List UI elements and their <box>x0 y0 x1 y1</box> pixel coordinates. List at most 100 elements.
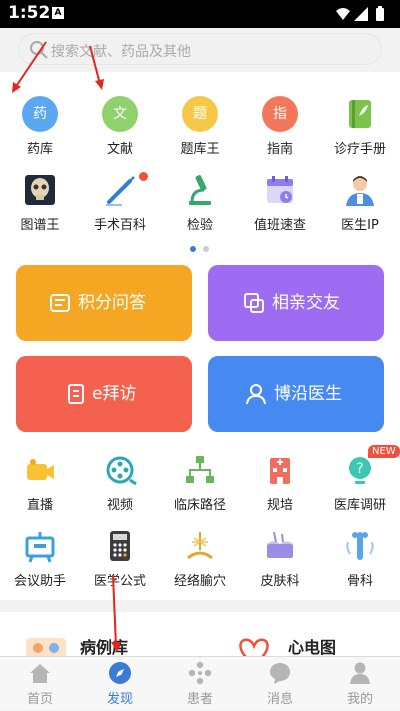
grid-item-clinical-pathway[interactable]: 临床路径 <box>160 452 240 518</box>
card-case-library[interactable]: 病例库 <box>24 634 184 656</box>
grid-item-label: 指南 <box>266 142 293 157</box>
banner-label: 积分问答 <box>78 293 146 313</box>
card-ecg[interactable]: 心电图 <box>232 634 392 656</box>
tab-messages[interactable]: 消息 <box>240 657 320 711</box>
doctor-badge-icon <box>246 384 266 405</box>
search-icon <box>30 41 48 59</box>
banner-label: e拜访 <box>92 384 137 404</box>
video-reel-icon <box>106 456 137 486</box>
grid-item-video[interactable]: 视频 <box>80 452 160 518</box>
compass-icon <box>109 662 131 684</box>
status-icons <box>336 6 384 21</box>
grid-item-label: 题库王 <box>180 142 220 157</box>
wifi-icon <box>336 8 350 20</box>
grid-item-label: 检验 <box>186 218 213 233</box>
skin-icon <box>267 531 293 558</box>
status-time: 1:52 <box>8 3 51 23</box>
battery-icon <box>376 8 384 21</box>
grid-item-drug-library[interactable]: 药 药库 <box>0 96 80 162</box>
dating-icon <box>244 293 264 313</box>
qa-icon <box>50 294 70 312</box>
grid-item-label: 临床路径 <box>173 498 226 513</box>
meeting-icon <box>25 532 55 563</box>
search-bar[interactable]: 搜索文献、药品及其他 <box>18 33 382 65</box>
home-icon <box>30 664 50 683</box>
card-label: 病例库 <box>80 638 129 656</box>
tab-home[interactable]: 首页 <box>0 657 80 711</box>
drug-library-icon: 药 <box>22 96 58 132</box>
grid-item-meridian-acupoints[interactable]: 经络腧穴 <box>160 528 240 594</box>
grid-item-label: 手术百科 <box>93 218 146 233</box>
grid-item-live[interactable]: 直播 <box>0 452 80 518</box>
ecg-icon <box>239 638 269 656</box>
microscope-icon <box>189 175 211 205</box>
grid-item-atlas[interactable]: 图谱王 <box>0 172 80 238</box>
grid-item-surgery[interactable]: 手术百科 <box>80 172 160 238</box>
grid-item-survey[interactable]: ? 医库调研 NEW <box>320 445 400 518</box>
message-icon <box>270 663 290 684</box>
tab-label: 首页 <box>26 692 53 707</box>
tab-label: 我的 <box>346 692 373 707</box>
grid-item-medical-formula[interactable]: 医学公式 <box>80 528 160 594</box>
atlas-icon <box>25 175 55 205</box>
grid-item-orthopedics[interactable]: 骨科 <box>320 528 400 594</box>
search-input[interactable]: 搜索文献、药品及其他 <box>51 41 191 61</box>
grid-item-label: 医生IP <box>341 218 379 233</box>
literature-icon: 文 <box>102 96 138 132</box>
visit-icon <box>68 384 84 404</box>
duty-calendar-icon <box>267 176 293 203</box>
tab-discover[interactable]: 发现 <box>80 657 160 711</box>
grid-item-label: 会议助手 <box>13 574 66 589</box>
hospital-icon <box>270 458 290 484</box>
red-dot-badge <box>139 172 148 181</box>
tab-profile[interactable]: 我的 <box>320 657 400 711</box>
grid-item-label: 视频 <box>106 498 133 513</box>
grid-item-literature[interactable]: 文 文献 <box>80 96 160 162</box>
acupoint-icon <box>187 532 213 560</box>
grid-item-label: 规培 <box>266 498 293 513</box>
grid-item-label: 医学公式 <box>93 574 146 589</box>
question-bank-icon: 题 <box>182 96 218 132</box>
grid-item-label: 值班速查 <box>253 218 306 233</box>
banner-boyan-doctor[interactable]: 博沿医生 <box>208 356 384 432</box>
grid-item-label: 诊疗手册 <box>333 142 386 157</box>
grid-item-residency-training[interactable]: 规培 <box>240 452 320 518</box>
grid-item-question-bank[interactable]: 题 题库王 <box>160 96 240 162</box>
grid-item-doctor-ip[interactable]: 医生IP <box>320 172 400 238</box>
banner-label: 博沿医生 <box>274 384 342 404</box>
tab-patients[interactable]: 患者 <box>160 657 240 711</box>
grid-item-label: 药库 <box>26 142 53 157</box>
grid-item-dermatology[interactable]: 皮肤科 <box>240 528 320 594</box>
page-indicator <box>203 246 209 252</box>
grid-item-label: 图谱王 <box>20 218 60 233</box>
grid-item-label: 经络腧穴 <box>173 574 226 589</box>
doctor-icon <box>346 176 374 206</box>
banner-dating[interactable]: 相亲交友 <box>208 265 384 341</box>
card-label: 心电图 <box>288 638 337 656</box>
banner-e-visit[interactable]: e拜访 <box>16 356 192 432</box>
signal-icon <box>354 7 368 21</box>
live-camera-icon <box>27 459 54 480</box>
grid-item-lab-test[interactable]: 检验 <box>160 172 240 238</box>
status-bar: 1:52 A <box>0 0 400 28</box>
grid-item-label: 直播 <box>26 498 53 513</box>
grid-item-handbook[interactable]: 诊疗手册 <box>320 96 400 162</box>
surgery-icon <box>106 176 135 206</box>
grid-item-meeting-assistant[interactable]: 会议助手 <box>0 528 80 594</box>
grid-item-label: 文献 <box>106 142 133 157</box>
discover-content: 药 药库 文 文献 题 题库王 指 指南 诊疗手册 图谱王 手术百科 检验 值班… <box>0 72 400 600</box>
tab-label: 发现 <box>106 692 133 707</box>
tab-label: 消息 <box>266 692 293 707</box>
feature-cards: 病例库 心电图 <box>0 612 400 656</box>
grid-item-guideline[interactable]: 指 指南 <box>240 96 320 162</box>
grid-item-duty-lookup[interactable]: 值班速查 <box>240 172 320 238</box>
bottom-tab-bar: 首页 发现 患者 消息 我的 <box>0 656 400 710</box>
section-divider <box>0 600 400 612</box>
notification-icon: A <box>52 7 64 19</box>
calculator-icon <box>110 531 130 561</box>
new-badge: NEW <box>368 445 400 458</box>
profile-icon <box>350 662 370 684</box>
banner-points-qa[interactable]: 积分问答 <box>16 265 192 341</box>
grid-item-label: 骨科 <box>346 574 373 589</box>
pathway-icon <box>186 456 214 483</box>
